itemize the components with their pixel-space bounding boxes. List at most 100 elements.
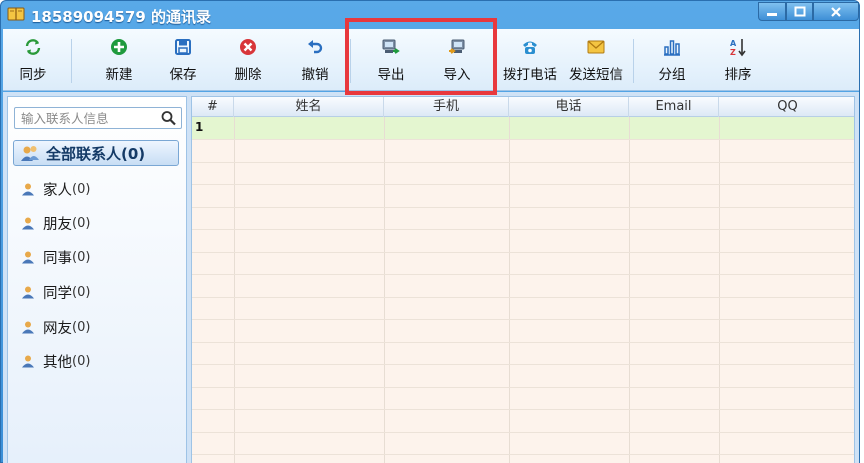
column-divider: [629, 117, 630, 463]
add-icon: [111, 39, 127, 55]
minimize-button[interactable]: [758, 2, 786, 21]
sync-icon: [25, 39, 41, 55]
sort-az-icon: A Z: [730, 39, 746, 57]
column-divider: [719, 117, 720, 463]
sort-label: 排序: [724, 67, 752, 83]
svg-text:Z: Z: [730, 48, 736, 57]
row-divider: [192, 161, 854, 163]
address-book-window: 18589094579 的通讯录 同步 新建 保存 删除 撤销 导出 导入 拨打…: [0, 0, 860, 463]
search-box: [14, 107, 182, 129]
envelope-icon: [587, 40, 605, 54]
column-divider: [509, 117, 510, 463]
highlight-box: [345, 18, 497, 95]
sidebar-group-friends[interactable]: 朋友 (0): [21, 212, 90, 234]
sidebar-group-netfriends[interactable]: 网友 (0): [21, 316, 90, 338]
close-icon: [831, 6, 841, 17]
group-label: 同学: [43, 285, 72, 302]
maximize-icon: [794, 6, 805, 17]
new-button[interactable]: 新建: [101, 37, 137, 87]
sync-button[interactable]: 同步: [15, 37, 51, 87]
row-number: 1: [195, 120, 204, 134]
row-divider: [192, 409, 854, 410]
sidebar-group-colleagues[interactable]: 同事 (0): [21, 246, 90, 268]
column-header-phone[interactable]: 电话: [509, 97, 629, 117]
contacts-group-icon: [21, 146, 39, 161]
row-divider: [192, 229, 854, 230]
toolbar-separator: [71, 39, 72, 83]
row-divider: [192, 364, 854, 365]
group-label: 网友: [43, 320, 72, 337]
row-divider: [192, 431, 854, 433]
new-label: 新建: [105, 67, 133, 83]
group-count: (0): [72, 319, 91, 335]
sms-label: 发送短信: [569, 67, 623, 83]
save-icon: [175, 39, 191, 55]
row-divider: [192, 386, 854, 388]
table-row[interactable]: 1: [192, 117, 854, 139]
group-count: (0): [72, 284, 91, 300]
close-button[interactable]: [813, 2, 859, 21]
row-divider: [192, 319, 854, 320]
window-title: 18589094579 的通讯录: [31, 8, 212, 26]
search-icon[interactable]: [160, 110, 178, 126]
column-header-qq[interactable]: QQ: [719, 97, 854, 117]
maximize-button[interactable]: [786, 2, 813, 21]
phone-icon: [523, 41, 537, 54]
group-count: (0): [72, 353, 91, 369]
undo-label: 撤销: [301, 67, 329, 83]
delete-icon: [240, 39, 256, 55]
sync-label: 同步: [19, 67, 47, 83]
column-divider: [234, 117, 235, 463]
delete-button[interactable]: 删除: [230, 37, 266, 87]
person-icon: [22, 251, 34, 264]
column-header-mobile[interactable]: 手机: [384, 97, 509, 117]
row-divider: [192, 454, 854, 455]
row-divider: [192, 139, 854, 140]
row-divider: [192, 206, 854, 208]
bar-chart-icon: [664, 40, 680, 56]
sort-button[interactable]: A Z 排序: [720, 37, 756, 87]
group-label: 家人: [43, 182, 72, 199]
group-label: 同事: [43, 250, 72, 267]
group-count: (0): [72, 249, 91, 265]
toolbar-separator: [633, 39, 634, 83]
row-divider: [192, 296, 854, 298]
person-icon: [22, 217, 34, 230]
all-contacts-item[interactable]: 全部联系人(0): [13, 140, 179, 166]
save-label: 保存: [169, 67, 197, 83]
contacts-table: # 姓名 手机 电话 Email QQ 1: [191, 96, 855, 463]
group-count: (0): [72, 181, 91, 197]
column-header-name[interactable]: 姓名: [234, 97, 384, 117]
group-label: 其他: [43, 354, 72, 371]
undo-icon: [308, 40, 323, 54]
call-button[interactable]: 拨打电话: [501, 37, 559, 87]
table-header: # 姓名 手机 电话 Email QQ: [192, 97, 854, 117]
call-label: 拨打电话: [503, 67, 557, 83]
save-button[interactable]: 保存: [165, 37, 201, 87]
group-count: (0): [72, 215, 91, 231]
undo-button[interactable]: 撤销: [297, 37, 333, 87]
sidebar-group-family[interactable]: 家人 (0): [21, 178, 90, 200]
row-divider: [192, 251, 854, 253]
sms-button[interactable]: 发送短信: [566, 37, 626, 87]
column-header-email[interactable]: Email: [629, 97, 719, 117]
group-label: 朋友: [43, 216, 72, 233]
sidebar-group-others[interactable]: 其他 (0): [21, 350, 90, 372]
svg-text:A: A: [730, 39, 737, 48]
sidebar-group-classmates[interactable]: 同学 (0): [21, 281, 90, 303]
group-button[interactable]: 分组: [654, 37, 690, 87]
person-icon: [22, 183, 34, 196]
search-input[interactable]: [15, 108, 161, 128]
person-icon: [22, 286, 34, 299]
person-icon: [22, 321, 34, 334]
group-label: 分组: [658, 67, 686, 83]
row-divider: [192, 274, 854, 275]
delete-label: 删除: [234, 67, 262, 83]
book-icon: [7, 7, 25, 21]
row-divider: [192, 184, 854, 185]
column-header-index[interactable]: #: [192, 97, 234, 117]
column-divider: [384, 117, 385, 463]
person-icon: [22, 355, 34, 368]
content-area: 全部联系人(0) 家人 (0) 朋友 (0): [3, 92, 859, 463]
minimize-icon: [767, 12, 777, 16]
